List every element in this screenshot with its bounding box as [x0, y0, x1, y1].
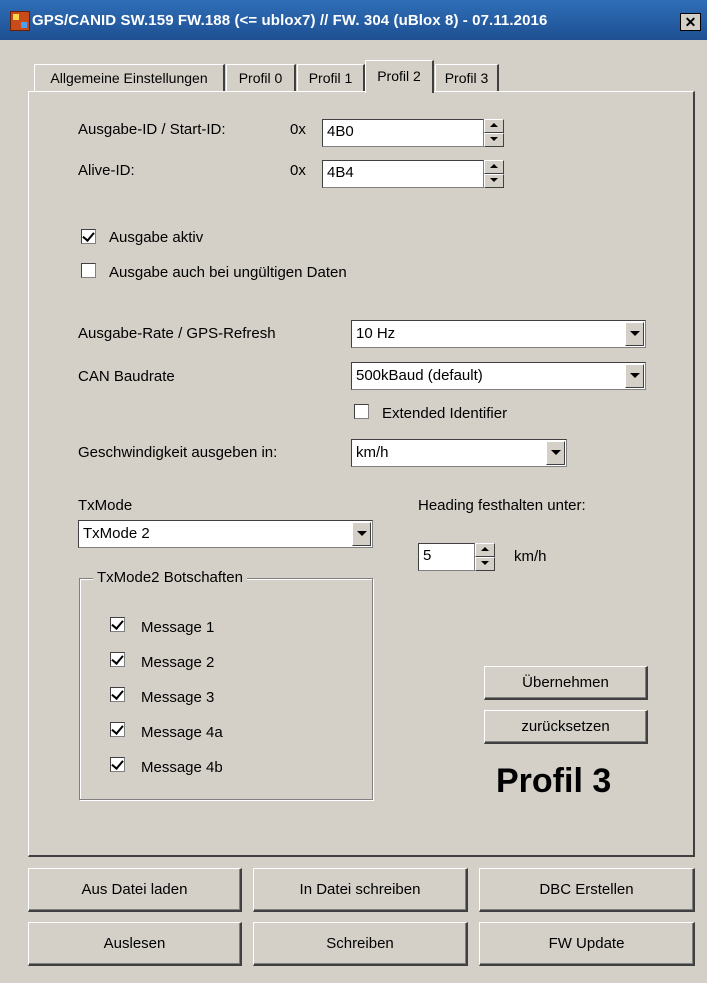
txmode-messages-group-title: TxMode2 Botschaften: [93, 569, 247, 586]
message-4a-label: Message 4a: [141, 724, 223, 741]
fw-update-button[interactable]: FW Update: [479, 922, 695, 966]
write-to-file-button[interactable]: In Datei schreiben: [253, 868, 468, 912]
baud-label: CAN Baudrate: [78, 368, 175, 385]
tab-profil-3[interactable]: Profil 3: [435, 64, 499, 91]
heading-unit-label: km/h: [514, 548, 547, 565]
output-id-input[interactable]: 4B0: [322, 119, 484, 147]
heading-threshold-input[interactable]: 5: [418, 543, 475, 571]
tab-allgemeine-einstellungen[interactable]: Allgemeine Einstellungen: [34, 64, 225, 91]
chevron-down-icon[interactable]: [625, 364, 644, 388]
create-dbc-button[interactable]: DBC Erstellen: [479, 868, 695, 912]
reset-button[interactable]: zurücksetzen: [484, 710, 648, 744]
message-1-checkbox[interactable]: [110, 617, 125, 632]
alive-id-spin-up[interactable]: [484, 160, 504, 174]
chevron-down-icon[interactable]: [352, 522, 371, 546]
alive-id-input[interactable]: 4B4: [322, 160, 484, 188]
message-4a-checkbox[interactable]: [110, 722, 125, 737]
baud-dropdown[interactable]: 500kBaud (default): [351, 362, 646, 390]
apply-button[interactable]: Übernehmen: [484, 666, 648, 700]
message-3-label: Message 3: [141, 689, 215, 706]
message-4b-checkbox[interactable]: [110, 757, 125, 772]
chevron-down-icon[interactable]: [546, 441, 565, 465]
message-1-label: Message 1: [141, 619, 215, 636]
output-invalid-checkbox[interactable]: [81, 263, 96, 278]
txmode-label: TxMode: [78, 497, 133, 514]
output-id-spin-down[interactable]: [484, 133, 504, 147]
load-from-file-button[interactable]: Aus Datei laden: [28, 868, 242, 912]
output-invalid-label: Ausgabe auch bei ungültigen Daten: [109, 264, 347, 281]
tab-profil-1[interactable]: Profil 1: [297, 64, 365, 91]
message-3-checkbox[interactable]: [110, 687, 125, 702]
output-id-prefix: 0x: [290, 121, 306, 138]
window-titlebar: GPS/CANID SW.159 FW.188 (<= ublox7) // F…: [0, 0, 707, 40]
speed-unit-label: Geschwindigkeit ausgeben in:: [78, 444, 278, 461]
extended-identifier-label: Extended Identifier: [382, 405, 508, 422]
heading-spin-down[interactable]: [475, 557, 495, 571]
app-icon: [10, 11, 30, 31]
txmode-value: TxMode 2: [83, 525, 150, 542]
alive-id-label: Alive-ID:: [78, 162, 135, 179]
chevron-down-icon[interactable]: [625, 322, 644, 346]
alive-id-spin-down[interactable]: [484, 174, 504, 188]
output-id-spin-up[interactable]: [484, 119, 504, 133]
tab-profil-2[interactable]: Profil 2: [365, 60, 434, 93]
tab-profil-0[interactable]: Profil 0: [226, 64, 296, 91]
rate-label: Ausgabe-Rate / GPS-Refresh: [78, 325, 276, 342]
heading-spin-up[interactable]: [475, 543, 495, 557]
rate-dropdown[interactable]: 10 Hz: [351, 320, 646, 348]
close-button[interactable]: ✕: [680, 13, 701, 31]
heading-label: Heading festhalten unter:: [418, 497, 586, 514]
alive-id-prefix: 0x: [290, 162, 306, 179]
message-2-label: Message 2: [141, 654, 215, 671]
extended-identifier-checkbox[interactable]: [354, 404, 369, 419]
read-button[interactable]: Auslesen: [28, 922, 242, 966]
window-title: GPS/CANID SW.159 FW.188 (<= ublox7) // F…: [32, 12, 548, 29]
write-button[interactable]: Schreiben: [253, 922, 468, 966]
message-4b-label: Message 4b: [141, 759, 223, 776]
message-2-checkbox[interactable]: [110, 652, 125, 667]
baud-value: 500kBaud (default): [356, 367, 483, 384]
speed-unit-value: km/h: [356, 444, 389, 461]
speed-unit-dropdown[interactable]: km/h: [351, 439, 567, 467]
profile-indicator: Profil 3: [496, 762, 612, 800]
output-active-label: Ausgabe aktiv: [109, 229, 204, 246]
txmode-dropdown[interactable]: TxMode 2: [78, 520, 373, 548]
output-id-label: Ausgabe-ID / Start-ID:: [78, 121, 226, 138]
output-active-checkbox[interactable]: [81, 229, 96, 244]
rate-value: 10 Hz: [356, 325, 396, 342]
